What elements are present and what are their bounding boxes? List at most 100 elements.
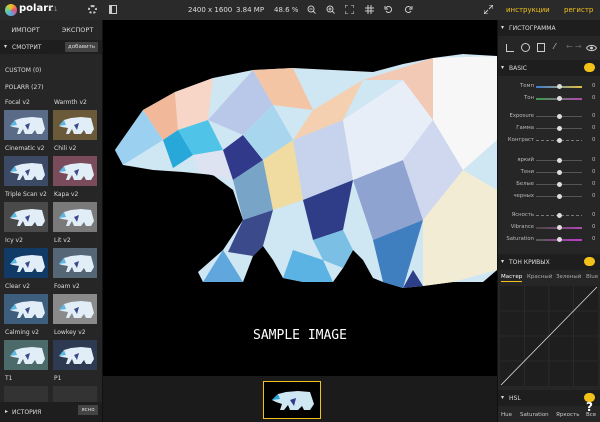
preset-5[interactable]: Kapa v2	[52, 190, 98, 234]
slider-knob[interactable]	[556, 182, 562, 187]
slider-value: 0	[592, 193, 596, 199]
sidebar-toggle-icon[interactable]	[109, 5, 117, 14]
basic-toggle[interactable]	[584, 63, 595, 72]
slider-knob[interactable]	[556, 84, 562, 89]
image-megapixels: 3.84 MP	[236, 6, 265, 14]
preset-9[interactable]: Foam v2	[52, 282, 98, 326]
slider-knob[interactable]	[556, 194, 562, 199]
tab-import[interactable]: ИМПОРТ	[0, 22, 51, 38]
zoom-in-icon[interactable]	[326, 5, 335, 14]
preset-thumbnail	[4, 156, 48, 186]
add-filter-button[interactable]: добавить	[65, 42, 98, 52]
slider-value: 0	[592, 83, 596, 89]
slider-knob[interactable]	[556, 126, 562, 131]
history-expand-icon[interactable]: ▸	[5, 408, 8, 415]
preset-label: Chili v2	[54, 145, 77, 152]
preset-2[interactable]: Cinematic v2	[3, 144, 49, 188]
preset-label: Cinematic v2	[5, 145, 45, 152]
preset-10[interactable]: Calming v2	[3, 328, 49, 372]
circle-tool-icon[interactable]	[521, 43, 530, 52]
curve-tab-3[interactable]: Blue	[586, 274, 598, 280]
zoom-out-icon[interactable]	[307, 5, 316, 14]
settings-gear-icon[interactable]	[88, 5, 97, 14]
slider-knob[interactable]	[556, 158, 562, 163]
eye-icon[interactable]	[586, 44, 597, 52]
preset-label: P1	[54, 375, 62, 382]
slider-label: Тон	[524, 95, 534, 101]
brush-tool-icon[interactable]: ⁄	[554, 42, 555, 51]
preset-thumbnail	[4, 110, 48, 140]
hsl-tab-2[interactable]: Яркость	[556, 412, 579, 418]
right-panel: ▾ ГИСТОГРАММА ⁄ ← → ▾ BASIC Темп 0 Тон 0 Exp…	[497, 20, 600, 422]
preset-6[interactable]: Icy v2	[3, 236, 49, 280]
filmstrip-thumbnail[interactable]	[263, 381, 321, 419]
forward-arrow-icon[interactable]: →	[575, 42, 582, 51]
grid-icon[interactable]	[365, 5, 374, 14]
rectangle-tool-icon[interactable]	[537, 43, 545, 52]
preset-7[interactable]: Lit v2	[52, 236, 98, 280]
preset-thumbnail	[53, 340, 97, 370]
crop-icon[interactable]	[506, 44, 514, 52]
collapse-icon[interactable]: ▾	[4, 43, 7, 50]
back-arrow-icon[interactable]: ←	[566, 42, 573, 51]
preset-0[interactable]: Focal v2	[3, 98, 49, 142]
slider-knob[interactable]	[556, 237, 562, 242]
slider-knob[interactable]	[556, 114, 562, 119]
preset-3[interactable]: Chili v2	[52, 144, 98, 188]
fit-screen-icon[interactable]	[345, 5, 354, 14]
slider-value: 0	[592, 236, 596, 242]
custom-filters-label[interactable]: CUSTOM (0)	[5, 67, 41, 74]
slider-value: 0	[592, 137, 596, 143]
redo-icon[interactable]	[404, 5, 413, 14]
fullscreen-icon[interactable]	[484, 5, 493, 14]
preset-label: Kapa v2	[54, 191, 79, 198]
slider-knob[interactable]	[556, 138, 562, 143]
preset-thumbnail	[4, 248, 48, 278]
hsl-tab-0[interactable]: Hue	[501, 412, 512, 418]
histogram-title: ГИСТОГРАММА	[509, 25, 556, 32]
register-link[interactable]: регистр	[564, 6, 593, 14]
image-canvas[interactable]: SAMPLE IMAGE •••	[103, 20, 497, 384]
polarr-filters-label[interactable]: POLARR (27)	[5, 84, 44, 91]
curve-tab-0[interactable]: Мастер	[501, 274, 523, 282]
curve-tab-2[interactable]: Зеленый	[556, 274, 581, 280]
tab-export[interactable]: ЭКСПОРТ	[52, 22, 103, 38]
preset-label: Triple Scan v2	[5, 191, 47, 198]
slider-label: Saturation	[506, 236, 534, 242]
slider-label: Гамма	[516, 125, 534, 131]
slider-value: 0	[592, 95, 596, 101]
slider-knob[interactable]	[556, 213, 562, 218]
preset-4[interactable]: Triple Scan v2	[3, 190, 49, 234]
preset-label: Warmth v2	[54, 99, 87, 106]
polar-bear-image	[115, 54, 497, 288]
slider-label: Контраст	[507, 137, 534, 143]
slider-value: 0	[592, 181, 596, 187]
section-title: СМОТРИТ	[12, 44, 42, 51]
tone-curve-toggle[interactable]	[584, 257, 595, 266]
slider-knob[interactable]	[556, 225, 562, 230]
slider-knob[interactable]	[556, 96, 562, 101]
tone-curve-graph[interactable]	[500, 286, 598, 386]
slider-value: 0	[592, 157, 596, 163]
slider-label: Темп	[520, 83, 534, 89]
slider-value: 0	[592, 212, 596, 218]
basic-collapse-icon: ▾	[501, 64, 505, 71]
preset-11[interactable]: Lowkey v2	[52, 328, 98, 372]
preset-8[interactable]: Clear v2	[3, 282, 49, 326]
preset-thumbnail	[53, 110, 97, 140]
sample-image-label: SAMPLE IMAGE	[253, 328, 347, 343]
slider-label: Белые	[516, 181, 534, 187]
curve-tab-1[interactable]: Красный	[527, 274, 552, 280]
slider-knob[interactable]	[556, 170, 562, 175]
preset-label: Lowkey v2	[54, 329, 86, 336]
polarr-logo-icon	[5, 4, 17, 16]
preset-label: Foam v2	[54, 283, 80, 290]
clear-history-button[interactable]: ясно	[78, 405, 98, 415]
preset-1[interactable]: Warmth v2	[52, 98, 98, 142]
help-link[interactable]: инструкции	[506, 6, 550, 14]
history-label: ИСТОРИЯ	[12, 409, 42, 416]
undo-icon[interactable]	[384, 5, 393, 14]
help-icon[interactable]: ?	[586, 400, 593, 414]
slider-label: черных	[513, 193, 534, 199]
hsl-tab-1[interactable]: Saturation	[520, 412, 549, 418]
